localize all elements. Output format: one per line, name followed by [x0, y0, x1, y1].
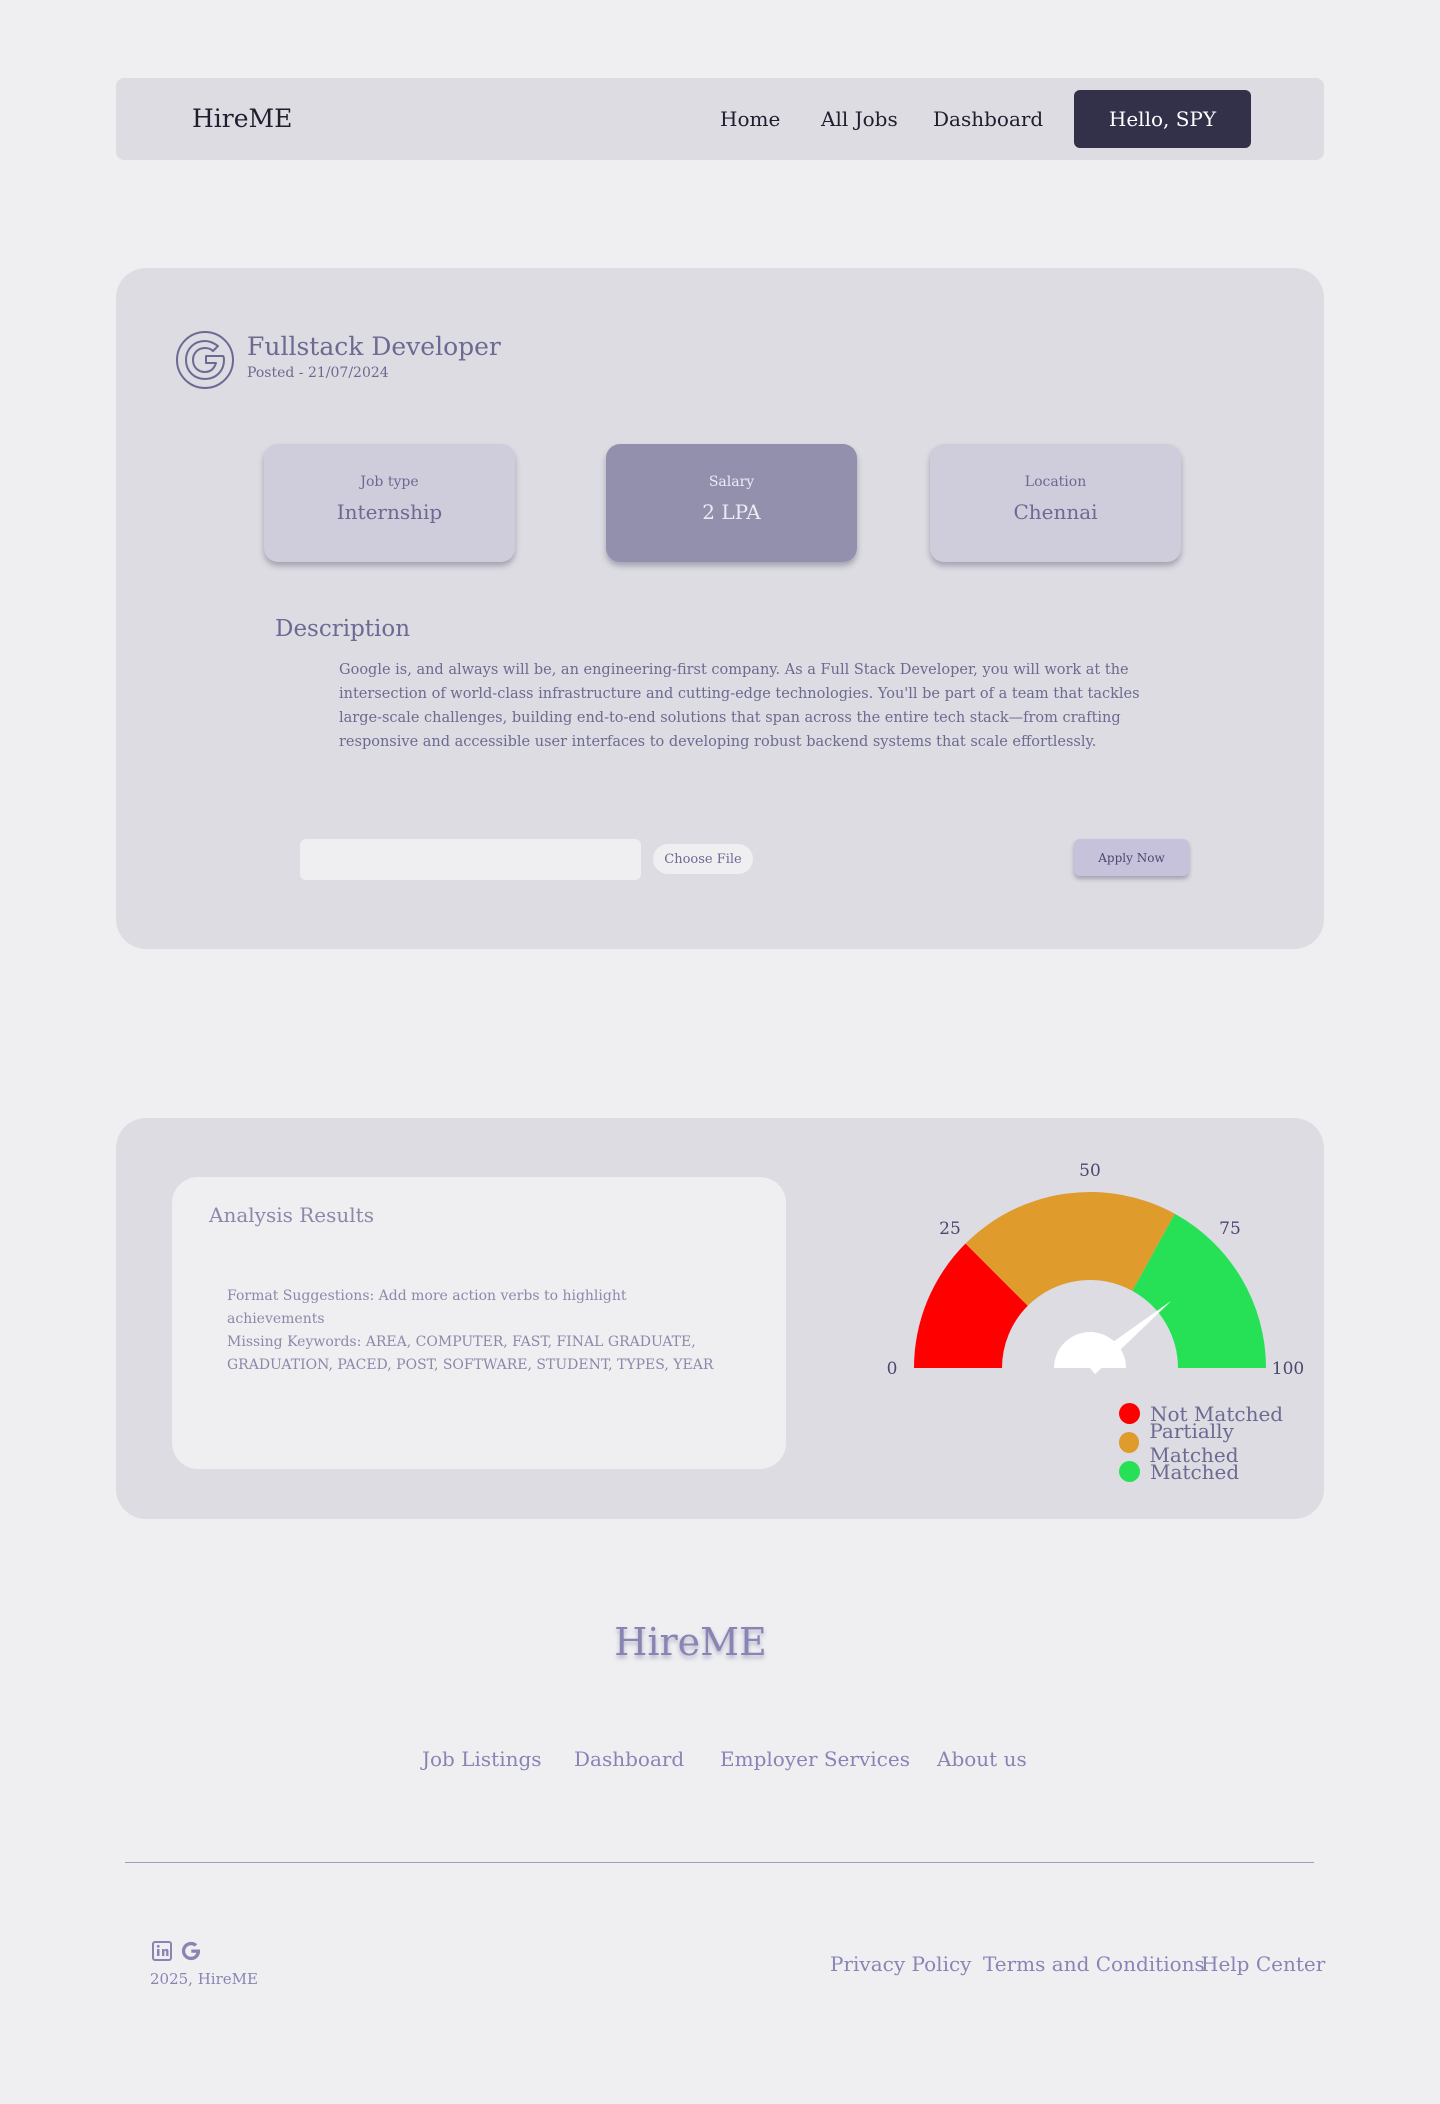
job-details-card: Fullstack Developer Posted - 21/07/2024 …	[116, 268, 1324, 949]
tile-label: Salary	[708, 474, 755, 490]
location-tile: Location Chennai	[930, 444, 1181, 562]
gauge-tick-label: 50	[1079, 1161, 1101, 1181]
gauge-hub	[1054, 1332, 1126, 1368]
google-icon	[176, 331, 234, 389]
description-heading: Description	[275, 616, 411, 642]
gauge-legend: Not Matched Partially Matched Matched	[1119, 1399, 1324, 1486]
nav-all-jobs[interactable]: All Jobs	[821, 107, 898, 131]
linkedin-icon[interactable]	[151, 1940, 173, 1962]
footer-link-about-us[interactable]: About us	[937, 1747, 1027, 1771]
legend-dot	[1119, 1403, 1140, 1424]
legend-dot	[1119, 1461, 1140, 1482]
legend-dot	[1119, 1432, 1140, 1453]
legend-item-partially-matched: Partially Matched	[1119, 1419, 1324, 1467]
terms-link[interactable]: Terms and Conditions	[983, 1952, 1205, 1976]
copyright: 2025, HireME	[150, 1970, 258, 1988]
footer-divider	[125, 1862, 1314, 1863]
tile-value: 2 LPA	[702, 500, 761, 524]
footer-link-employer-services[interactable]: Employer Services	[720, 1747, 910, 1771]
gauge-tick-label: 100	[1272, 1359, 1304, 1379]
job-description: Google is, and always will be, an engine…	[339, 662, 1140, 750]
analysis-results-box: Analysis Results Format Suggestions: Add…	[172, 1177, 786, 1469]
analysis-results-title: Analysis Results	[209, 1203, 374, 1227]
tile-label: Location	[1024, 474, 1087, 490]
user-menu-button[interactable]: Hello, SPY	[1074, 90, 1251, 148]
format-suggestions: Format Suggestions: Add more action verb…	[227, 1288, 627, 1327]
tile-value: Chennai	[1013, 500, 1098, 524]
apply-now-button[interactable]: Apply Now	[1074, 839, 1189, 876]
nav-dashboard[interactable]: Dashboard	[933, 107, 1043, 131]
choose-file-button[interactable]: Choose File	[653, 844, 753, 874]
navbar: HireME Home All Jobs Dashboard Hello, SP…	[116, 78, 1324, 160]
google-icon[interactable]	[180, 1940, 202, 1962]
tile-label: Job type	[360, 474, 419, 490]
help-center-link[interactable]: Help Center	[1201, 1952, 1325, 1976]
resume-file-field[interactable]	[300, 839, 641, 880]
footer-link-job-listings[interactable]: Job Listings	[422, 1747, 542, 1771]
gauge-tick-label: 25	[939, 1219, 961, 1239]
footer-brand[interactable]: HireME	[0, 1620, 1381, 1664]
missing-keywords: Missing Keywords: AREA, COMPUTER, FAST, …	[227, 1334, 714, 1373]
nav-home[interactable]: Home	[720, 107, 780, 131]
job-type-tile: Job type Internship	[264, 444, 515, 562]
salary-tile: Salary 2 LPA	[606, 444, 857, 562]
analysis-results-text: Format Suggestions: Add more action verb…	[227, 1285, 727, 1377]
privacy-policy-link[interactable]: Privacy Policy	[830, 1952, 971, 1976]
match-gauge: 0 25 50 75 100	[887, 1161, 1305, 1379]
gauge-tick-label: 75	[1219, 1219, 1241, 1239]
footer-link-dashboard[interactable]: Dashboard	[574, 1747, 684, 1771]
job-title: Fullstack Developer	[247, 332, 501, 361]
brand-logo[interactable]: HireME	[192, 104, 292, 133]
analysis-card: Analysis Results Format Suggestions: Add…	[116, 1118, 1324, 1519]
job-posted-date: Posted - 21/07/2024	[247, 365, 389, 381]
legend-label: Matched	[1150, 1459, 1240, 1484]
tile-value: Internship	[336, 500, 443, 524]
gauge-tick-label: 0	[887, 1359, 898, 1379]
